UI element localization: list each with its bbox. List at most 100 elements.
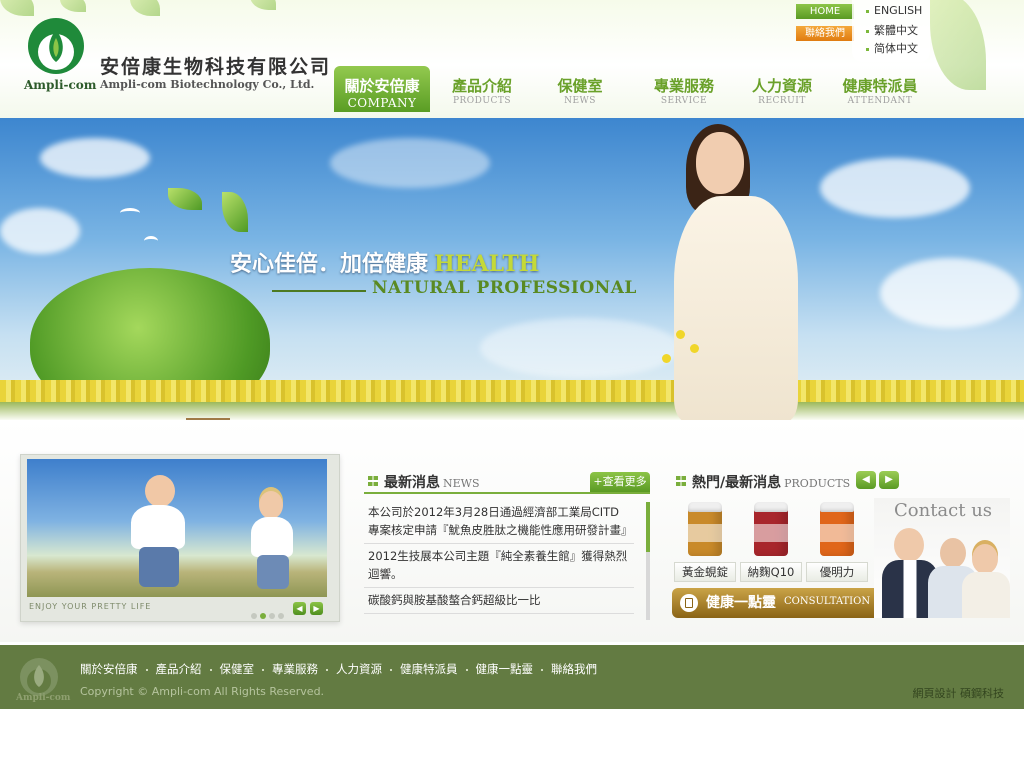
copyright-text: Copyright © Ampli-com All Rights Reserve… <box>80 685 325 698</box>
model-photo <box>668 124 808 420</box>
company-name-en: Ampli-com Biotechnology Co., Ltd. <box>100 78 315 91</box>
nav-recruit[interactable]: 人力資源 RECRUIT <box>734 66 830 112</box>
child-figure <box>139 547 179 587</box>
nav-products[interactable]: 產品介紹 PRODUCTS <box>434 66 530 112</box>
products-next-button[interactable]: ▶ <box>879 471 899 489</box>
banner-slogan: 安心佳倍．加倍健康 HEALTH <box>230 246 539 278</box>
section-icon <box>676 476 686 486</box>
slider-next-button[interactable]: ▶ <box>310 602 323 615</box>
child-figure <box>259 491 283 519</box>
slide-dot-active[interactable] <box>260 613 266 619</box>
contact-title: Contact us <box>894 500 993 521</box>
decor-leaf <box>130 0 160 16</box>
news-title-en: NEWS <box>443 477 480 490</box>
slide-dot[interactable] <box>251 613 257 619</box>
nav-attendant[interactable]: 健康特派員 ATTENDANT <box>832 66 928 112</box>
footer-link-contact[interactable]: 聯絡我們 <box>551 662 597 676</box>
logo-icon[interactable] <box>26 12 86 82</box>
nav-label-zh: 保健室 <box>557 77 603 95</box>
notepad-icon <box>680 594 698 612</box>
home-button[interactable]: HOME <box>796 4 854 19</box>
lang-label: 繁體中文 <box>874 24 918 37</box>
footer: Ampli-com 關於安倍康 產品介紹 保健室 專業服務 人力資源 健康特派員 健康一點靈… <box>0 645 1024 709</box>
products-prev-button[interactable]: ◀ <box>856 471 876 489</box>
nav-label-en: COMPANY <box>347 96 417 110</box>
flower-icon <box>662 354 671 363</box>
nav-label-zh: 專業服務 <box>653 77 714 95</box>
footer-link-attendant[interactable]: 健康特派員 <box>400 662 458 676</box>
news-list: 本公司於2012年3月28日通過經濟部工業局CITD專案核定申請『魷魚皮胜肽之機… <box>364 500 646 614</box>
nav-label-zh: 健康特派員 <box>842 77 918 95</box>
footer-nav: 關於安倍康 產品介紹 保健室 專業服務 人力資源 健康特派員 健康一點靈 聯絡我們 <box>80 661 597 677</box>
consultation-title-zh: 健康一點靈 <box>706 595 776 611</box>
footer-link-news[interactable]: 保健室 <box>220 662 255 676</box>
slider-prev-button[interactable]: ◀ <box>293 602 306 615</box>
flower-icon <box>690 344 699 353</box>
leaf-icon <box>222 192 248 232</box>
contact-button[interactable]: 聯絡我們 <box>796 26 854 41</box>
child-figure <box>131 505 185 549</box>
news-title: 最新消息 NEWS <box>384 472 480 492</box>
banner-subtitle: NATURAL PROFESSIONAL <box>372 278 637 298</box>
footer-link-service[interactable]: 專業服務 <box>272 662 318 676</box>
consultation-title-en: CONSULTATION <box>784 596 871 607</box>
leaf-icon <box>168 188 202 210</box>
scrollbar-thumb[interactable] <box>646 502 650 552</box>
nav-label-zh: 關於安倍康 <box>344 77 420 95</box>
slogan-divider <box>272 290 366 292</box>
consultation-banner[interactable]: 健康一點靈 CONSULTATION <box>672 588 882 618</box>
product-card[interactable]: 納麴Q10 <box>740 502 802 584</box>
footer-link-consultation[interactable]: 健康一點靈 <box>476 662 534 676</box>
news-item[interactable]: 碳酸鈣與胺基酸螯合鈣超級比一比 <box>364 588 634 614</box>
slogan-health: HEALTH <box>434 251 540 277</box>
nav-service[interactable]: 專業服務 SERVICE <box>636 66 732 112</box>
slide-dot[interactable] <box>269 613 275 619</box>
slider-caption: ENJOY YOUR PRETTY LIFE <box>29 602 152 611</box>
footer-link-company[interactable]: 關於安倍康 <box>80 662 138 676</box>
decor-leaf <box>930 0 986 90</box>
slider-indicators <box>251 604 287 623</box>
footer-link-products[interactable]: 產品介紹 <box>156 662 202 676</box>
logo-text: Ampli-com <box>24 78 97 92</box>
product-card[interactable]: 黃金蜆錠 <box>674 502 736 584</box>
footer-link-recruit[interactable]: 人力資源 <box>336 662 382 676</box>
bottle-label <box>688 524 722 542</box>
product-name: 黃金蜆錠 <box>674 562 736 582</box>
news-section: 最新消息 NEWS +查看更多 本公司於2012年3月28日通過經濟部工業局CIT… <box>364 470 650 620</box>
model-body <box>674 196 798 420</box>
separator <box>262 668 264 671</box>
hero-banner: 安心佳倍．加倍健康 HEALTH NATURAL PROFESSIONAL <box>0 118 1024 420</box>
nav-label-en: SERVICE <box>660 96 708 106</box>
nav-label-en: PRODUCTS <box>452 96 512 106</box>
news-scrollbar[interactable] <box>646 502 650 620</box>
bullet-icon <box>866 9 869 13</box>
lang-traditional-chinese[interactable]: 繁體中文 <box>866 22 918 38</box>
slider-photo[interactable] <box>27 459 327 597</box>
lang-label: ENGLISH <box>874 4 923 17</box>
news-header: 最新消息 NEWS +查看更多 <box>364 470 650 494</box>
nav-label-zh: 產品介紹 <box>451 77 512 95</box>
language-switcher: ENGLISH 繁體中文 简体中文 <box>852 0 930 62</box>
products-title: 熱門/最新消息 PRODUCTS <box>692 472 850 492</box>
lang-label: 简体中文 <box>874 42 918 55</box>
child-figure <box>251 517 293 557</box>
news-item[interactable]: 本公司於2012年3月28日通過經濟部工業局CITD專案核定申請『魷魚皮胜肽之機… <box>364 500 634 544</box>
slide-dot[interactable] <box>278 613 284 619</box>
cloud <box>0 208 80 254</box>
design-credit-link[interactable]: 網頁設計 碩鋼科技 <box>913 685 1005 701</box>
lang-simplified-chinese[interactable]: 简体中文 <box>866 40 918 56</box>
products-title-zh: 熱門/最新消息 <box>692 475 782 491</box>
nav-company[interactable]: 關於安倍康 COMPANY <box>334 66 430 112</box>
dove-icon <box>120 208 140 218</box>
lang-english[interactable]: ENGLISH <box>866 4 922 17</box>
product-card[interactable]: 優明力 <box>806 502 868 584</box>
header: Ampli-com 安倍康生物科技有限公司 Ampli-com Biotechn… <box>0 0 1024 118</box>
nav-news[interactable]: 保健室 NEWS <box>532 66 628 112</box>
nav-label-en: RECRUIT <box>758 96 806 106</box>
news-item[interactable]: 2012生技展本公司主題『純全素養生館』獲得熱烈迴響。 <box>364 544 634 588</box>
contact-us-banner[interactable]: Contact us <box>874 498 1010 618</box>
content-area: ENJOY YOUR PRETTY LIFE ◀ ▶ 最新消息 NEWS +查看更… <box>0 420 1024 642</box>
more-news-button[interactable]: +查看更多 <box>590 472 650 492</box>
footer-logo-text: Ampli-com <box>16 693 71 703</box>
cloud <box>480 318 680 378</box>
